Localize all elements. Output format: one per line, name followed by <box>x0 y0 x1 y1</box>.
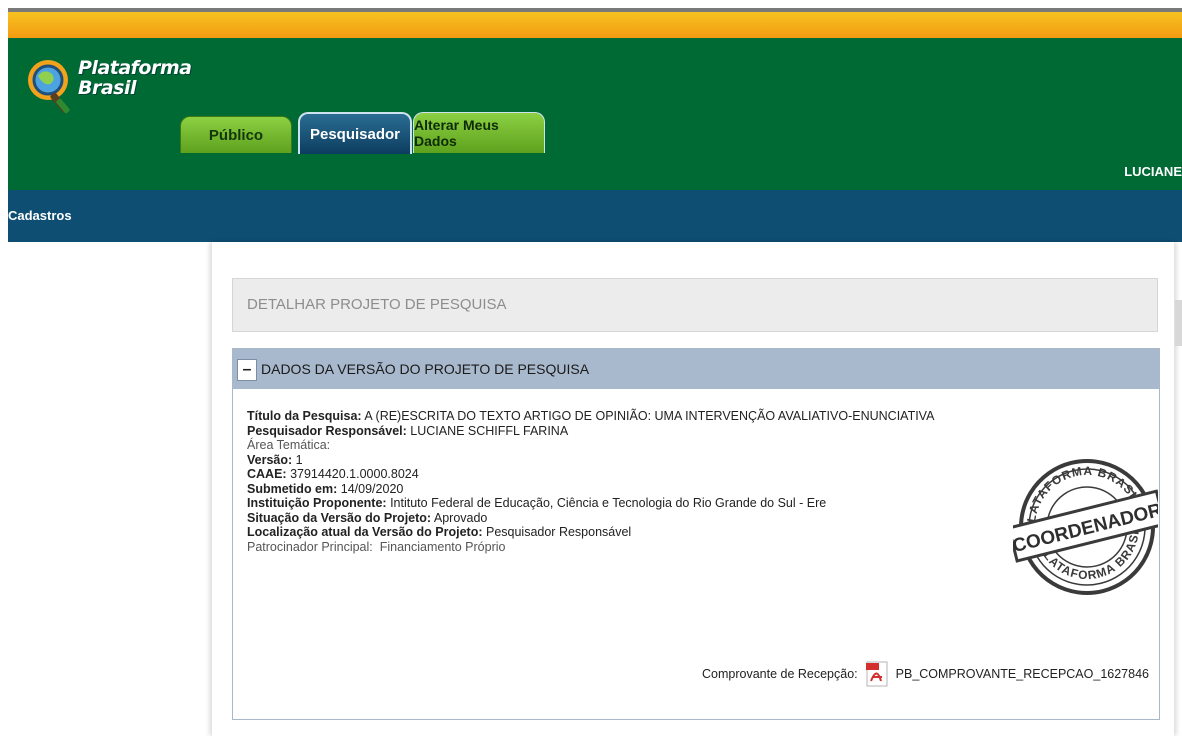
page-title-box: DETALHAR PROJETO DE PESQUISA <box>232 278 1158 332</box>
detail-submetido: Submetido em: 14/09/2020 <box>247 481 404 496</box>
project-version-panel: – DADOS DA VERSÃO DO PROJETO DE PESQUISA… <box>232 348 1160 720</box>
logo-line2: Brasil <box>78 77 137 99</box>
logo-line1: Plataforma <box>78 57 192 79</box>
pdf-icon[interactable] <box>865 661 888 687</box>
project-details: Título da Pesquisa: A (RE)ESCRITA DO TEX… <box>247 409 934 554</box>
page-title: DETALHAR PROJETO DE PESQUISA <box>247 296 507 313</box>
detail-caae: CAAE: 37914420.1.0000.8024 <box>247 467 419 481</box>
user-name[interactable]: LUCIANE <box>1124 164 1182 179</box>
receipt-file-link[interactable]: PB_COMPROVANTE_RECEPCAO_1627846 <box>896 667 1149 681</box>
panel-title: DADOS DA VERSÃO DO PROJETO DE PESQUISA <box>261 361 590 377</box>
nav-bar: Cadastros <box>8 190 1182 242</box>
coordenador-stamp-icon: PLATAFORMA BRASIL PLATAFORMA BRASIL COOR… <box>1013 451 1158 595</box>
top-border <box>0 0 1182 12</box>
tab-pesquisador[interactable]: Pesquisador <box>298 112 412 154</box>
receipt-row: Comprovante de Recepção: PB_COMPROVANTE_… <box>702 661 1149 687</box>
detail-versao: Versão: 1 <box>247 452 303 467</box>
detail-area: Área Temática: <box>247 438 331 452</box>
panel-header: – DADOS DA VERSÃO DO PROJETO DE PESQUISA <box>233 349 1159 389</box>
detail-patrocinador: Patrocinador Principal: Financiamento Pr… <box>247 539 506 554</box>
tab-publico[interactable]: Público <box>180 116 292 153</box>
detail-instituicao: Instituição Proponente: Intituto Federal… <box>247 496 827 510</box>
globe-magnifier-icon <box>28 60 70 114</box>
menu-cadastros[interactable]: Cadastros <box>8 208 72 223</box>
header: Plataforma Brasil LUCIANE <box>8 38 1182 190</box>
plataforma-brasil-logo[interactable]: Plataforma Brasil <box>26 48 196 128</box>
detail-situacao: Situação da Versão do Projeto: Aprovado <box>247 510 488 525</box>
detail-titulo: Título da Pesquisa: A (RE)ESCRITA DO TEX… <box>247 409 935 423</box>
tab-alterar-meus-dados[interactable]: Alterar Meus Dados <box>413 112 545 153</box>
collapse-button[interactable]: – <box>237 359 257 381</box>
receipt-label: Comprovante de Recepção: <box>701 667 858 681</box>
detail-pesquisador: Pesquisador Responsável: LUCIANE SCHIFFL… <box>247 423 569 438</box>
header-accent-bar <box>8 12 1182 38</box>
detail-localizacao: Localização atual da Versão do Projeto: … <box>247 525 632 539</box>
scrollbar-thumb[interactable] <box>1175 300 1182 346</box>
